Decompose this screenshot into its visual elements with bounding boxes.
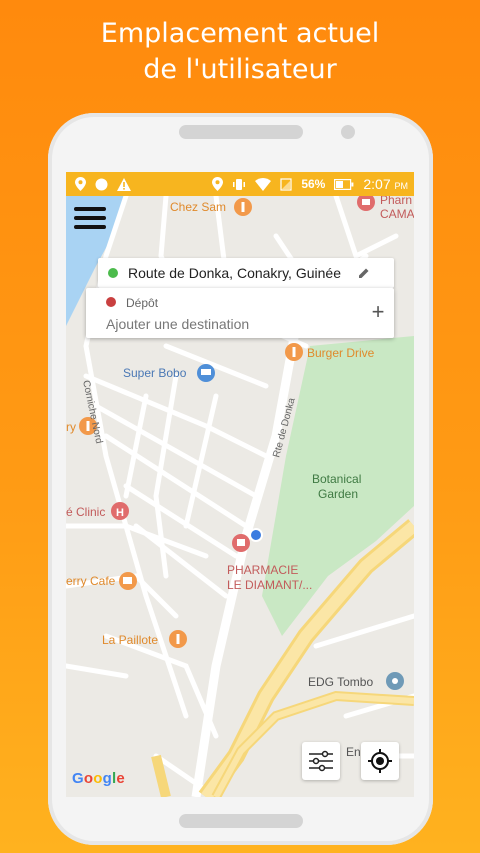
label-chez-sam: Chez Sam	[170, 200, 226, 214]
signal-icon	[280, 177, 292, 191]
poi-edg-tombo-icon	[386, 672, 404, 690]
phone-camera	[341, 125, 355, 139]
label-cafe: erry Cafe	[66, 574, 116, 588]
label-clinic: é Clinic	[66, 505, 105, 519]
headline: Emplacement actuel de l'utilisateur	[0, 16, 480, 88]
origin-dot-icon	[108, 268, 118, 278]
app-screen: H Chez Sam Pharn CAMA Burger Drive Super…	[66, 172, 414, 797]
label-pharm-top-2: CAMA	[380, 207, 414, 221]
wifi-icon	[255, 177, 272, 191]
phone-speaker	[179, 125, 303, 139]
crosshair-icon	[368, 749, 392, 773]
label-botanical-2: Garden	[318, 487, 358, 501]
current-location-dot	[251, 530, 261, 540]
filter-button[interactable]	[302, 742, 340, 780]
label-pharm-top-1: Pharn	[380, 196, 412, 207]
status-bar: 56% 2:07 PM	[66, 172, 414, 196]
label-burger-drive: Burger Drive	[307, 346, 375, 360]
location-pin-icon	[75, 177, 86, 191]
warning-icon	[117, 177, 131, 191]
poi-cafe-icon	[119, 572, 137, 590]
menu-icon[interactable]	[74, 207, 106, 233]
edit-pencil-icon[interactable]	[358, 266, 370, 282]
poi-super-bobo-icon	[197, 364, 215, 382]
label-pharmacie-1: PHARMACIE	[227, 563, 298, 577]
label-super-bobo: Super Bobo	[123, 366, 187, 380]
label-la-paillote: La Paillote	[102, 633, 158, 647]
google-logo: Google	[72, 770, 125, 787]
headline-line-1: Emplacement actuel	[100, 18, 380, 49]
destination-dot-icon	[106, 297, 116, 307]
label-pharmacie-2: LE DIAMANT/...	[227, 578, 312, 592]
label-edg-tombo: EDG Tombo	[308, 675, 373, 689]
add-destination-button[interactable]: +	[368, 301, 388, 324]
poi-pharmacie-icon	[232, 534, 250, 552]
label-ry: ry	[66, 420, 76, 434]
poi-la-paillote-icon	[169, 630, 187, 648]
destination-label: Dépôt	[126, 296, 159, 310]
svg-text:H: H	[116, 507, 124, 519]
poi-clinic-icon: H	[111, 502, 129, 520]
poi-chez-sam-icon	[234, 198, 252, 216]
circle-icon	[95, 178, 108, 191]
phone-home-button	[179, 814, 303, 828]
label-en: En	[346, 745, 361, 759]
vibrate-icon	[232, 178, 246, 191]
label-botanical-1: Botanical	[312, 472, 361, 486]
origin-card[interactable]: Route de Donka, Conakry, Guinée	[98, 258, 394, 288]
poi-burger-drive-icon	[285, 343, 303, 361]
destination-card: Dépôt +	[86, 288, 394, 338]
battery-icon	[334, 178, 354, 190]
sliders-icon	[309, 750, 333, 772]
headline-line-2: de l'utilisateur	[143, 54, 337, 85]
battery-percent: 56%	[301, 177, 326, 191]
destination-input[interactable]	[106, 316, 346, 332]
clock: 2:07 PM	[363, 176, 408, 192]
origin-address: Route de Donka, Conakry, Guinée	[128, 265, 341, 281]
gps-icon	[212, 177, 224, 191]
my-location-button[interactable]	[361, 742, 399, 780]
